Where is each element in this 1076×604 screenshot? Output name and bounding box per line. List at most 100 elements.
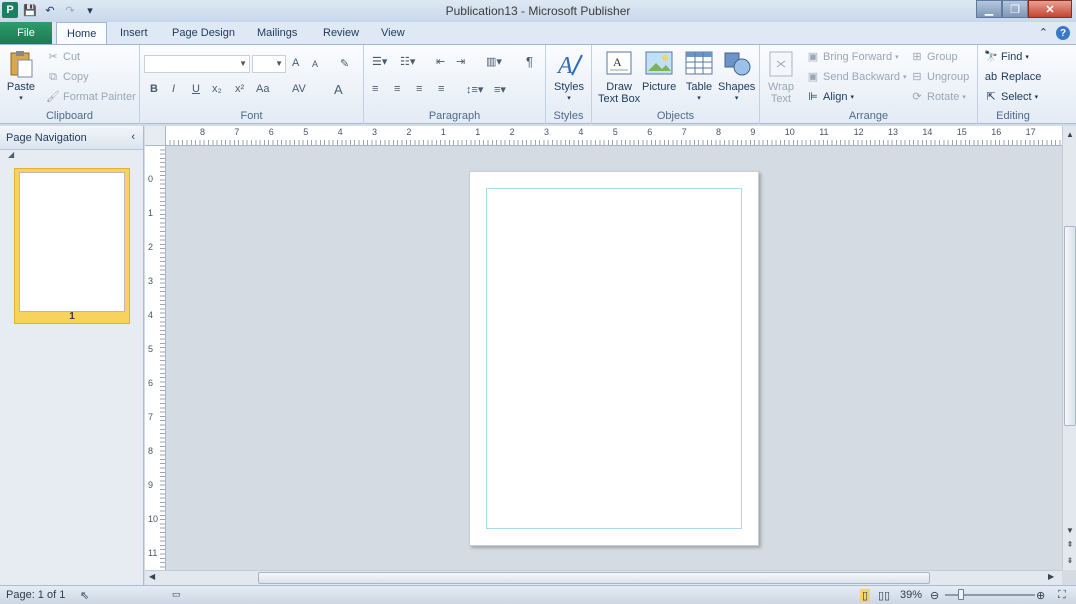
- font-name-combo[interactable]: ▼: [144, 55, 250, 73]
- arrange-group: Wrap Text ▣ Bring Forward ▾ ▣ Send Backward…: [760, 45, 978, 124]
- group-icon: ⊞: [912, 51, 922, 63]
- line-spacing-icon[interactable]: ↕≡▾: [466, 83, 483, 96]
- section-collapse-icon[interactable]: ◢: [0, 150, 143, 164]
- align-button[interactable]: ⊫ Align ▾: [806, 88, 854, 106]
- page-count[interactable]: Page: 1 of 1: [6, 589, 65, 601]
- character-spacing-button[interactable]: AV: [292, 83, 306, 95]
- draw-text-box-button[interactable]: A Draw Text Box: [598, 49, 640, 105]
- wrap-text-button[interactable]: Wrap Text: [766, 49, 796, 105]
- minimize-button[interactable]: ▁: [976, 0, 1002, 18]
- ruler-h-number: 4: [337, 127, 343, 137]
- window-title: Publication13 - Microsoft Publisher: [445, 4, 631, 18]
- align-icon: ⊫: [808, 91, 818, 103]
- collapse-pane-icon[interactable]: ‹: [131, 131, 135, 143]
- cut-button[interactable]: ✂ Cut: [46, 48, 80, 66]
- ruler-h-number: 3: [544, 127, 550, 137]
- shapes-button[interactable]: Shapes ▾: [718, 49, 755, 105]
- picture-button[interactable]: Picture: [642, 49, 676, 93]
- scroll-left-icon[interactable]: ◀: [149, 572, 155, 581]
- tab-home[interactable]: Home: [56, 22, 108, 44]
- scroll-down-icon[interactable]: ▼: [1063, 526, 1076, 535]
- tab-mailings[interactable]: Mailings: [247, 22, 307, 44]
- horizontal-ruler[interactable]: 8 7 6 5 4 3 2 1 1 2 3 4 5 6 7 8 9 10 11 12 13 14 15 16 17: [166, 126, 1062, 146]
- vertical-scroll-thumb[interactable]: [1064, 226, 1076, 426]
- single-page-view-icon[interactable]: ▯: [860, 589, 871, 602]
- tab-insert[interactable]: Insert: [110, 22, 158, 44]
- grow-font-button[interactable]: A: [292, 57, 299, 69]
- ruler-v-number: 4: [148, 310, 154, 320]
- ruler-h-number: 2: [509, 127, 515, 137]
- tab-review[interactable]: Review: [313, 22, 369, 44]
- change-case-button[interactable]: Aa: [256, 83, 269, 95]
- help-icon[interactable]: ?: [1056, 26, 1070, 40]
- decrease-indent-icon[interactable]: ⇤: [436, 55, 445, 68]
- vertical-ruler[interactable]: 0 1 2 3 4 5 6 7 8 9 10 11: [145, 146, 166, 570]
- next-page-icon[interactable]: ⇟: [1063, 556, 1076, 565]
- italic-button[interactable]: I: [172, 83, 175, 95]
- previous-page-icon[interactable]: ⇞: [1063, 540, 1076, 549]
- zoom-level[interactable]: 39%: [900, 589, 922, 601]
- bring-forward-button[interactable]: ▣ Bring Forward ▾: [806, 48, 899, 66]
- cursor-icon: ⇖: [80, 590, 90, 602]
- copy-button[interactable]: ⧉ Copy: [46, 68, 89, 86]
- two-page-spread-icon[interactable]: ▯▯: [878, 589, 890, 602]
- font-color-button[interactable]: A: [334, 82, 343, 97]
- table-icon: [685, 51, 713, 75]
- workspace[interactable]: [166, 146, 1062, 570]
- paste-button[interactable]: Paste ▾: [6, 49, 36, 105]
- window-controls: ▁ ❐ ✕: [976, 0, 1072, 18]
- ruler-v-number: 5: [148, 344, 154, 354]
- find-button[interactable]: 🔭 Find ▾: [984, 48, 1029, 66]
- replace-button[interactable]: ab Replace: [984, 68, 1041, 86]
- vertical-scrollbar[interactable]: ▲ ▼ ⇞ ⇟: [1062, 126, 1076, 570]
- page-thumbnail[interactable]: 1: [14, 168, 130, 324]
- macro-record-icon[interactable]: ▭: [172, 589, 181, 600]
- align-right-icon[interactable]: ≡: [416, 83, 422, 95]
- scroll-right-icon[interactable]: ▶: [1048, 572, 1054, 581]
- close-button[interactable]: ✕: [1028, 0, 1072, 18]
- publication-page[interactable]: [469, 171, 759, 546]
- bold-button[interactable]: B: [150, 83, 158, 95]
- underline-button[interactable]: U: [192, 83, 200, 95]
- horizontal-scroll-thumb[interactable]: [258, 572, 930, 584]
- clear-formatting-icon[interactable]: ✎: [340, 57, 349, 70]
- tab-page-design[interactable]: Page Design: [162, 22, 245, 44]
- numbering-icon[interactable]: ☷▾: [400, 55, 415, 68]
- ruler-h-number: 17: [1025, 127, 1036, 137]
- tab-view[interactable]: View: [371, 22, 415, 44]
- show-special-characters-button[interactable]: ¶: [526, 54, 533, 69]
- paragraph-group: ☰▾ ☷▾ ⇤ ⇥ ▥▾ ¶ ≡ ≡ ≡ ≡ ↕≡▾ ≡▾ Paragraph: [364, 45, 546, 124]
- tab-file[interactable]: File: [0, 22, 52, 44]
- align-left-icon[interactable]: ≡: [372, 83, 378, 95]
- minimize-ribbon-icon[interactable]: ⌃: [1039, 26, 1048, 40]
- group-button[interactable]: ⊞ Group: [910, 48, 957, 66]
- increase-indent-icon[interactable]: ⇥: [456, 55, 465, 68]
- format-painter-button[interactable]: 🖌 Format Painter: [46, 88, 136, 106]
- superscript-button[interactable]: x²: [235, 83, 244, 95]
- zoom-slider-knob[interactable]: [958, 589, 964, 600]
- fit-page-icon[interactable]: ⛶: [1058, 589, 1066, 602]
- horizontal-scrollbar[interactable]: ◀ ▶: [145, 570, 1062, 585]
- columns-icon[interactable]: ▥▾: [486, 55, 502, 68]
- select-button[interactable]: ⇱ Select ▾: [984, 88, 1038, 106]
- bullets-icon[interactable]: ☰▾: [372, 55, 387, 68]
- paragraph-spacing-icon[interactable]: ≡▾: [494, 83, 506, 96]
- text-box-icon: A: [606, 51, 632, 75]
- justify-icon[interactable]: ≡: [438, 83, 444, 95]
- zoom-in-icon[interactable]: ⊕: [1036, 589, 1045, 602]
- paste-icon: [10, 51, 33, 78]
- table-button[interactable]: Table ▾: [684, 49, 714, 105]
- ungroup-button[interactable]: ⊟ Ungroup: [910, 68, 969, 86]
- scroll-up-icon[interactable]: ▲: [1063, 130, 1076, 139]
- styles-label: Styles: [554, 81, 584, 93]
- zoom-out-icon[interactable]: ⊖: [930, 589, 939, 602]
- send-backward-button[interactable]: ▣ Send Backward ▾: [806, 68, 907, 86]
- maximize-button[interactable]: ❐: [1002, 0, 1028, 18]
- wrap-text-icon: [769, 51, 793, 77]
- align-center-icon[interactable]: ≡: [394, 83, 400, 95]
- rotate-button[interactable]: ⟳ Rotate ▾: [910, 88, 966, 106]
- shrink-font-button[interactable]: A: [312, 59, 318, 69]
- font-size-combo[interactable]: ▼: [252, 55, 286, 73]
- subscript-button[interactable]: x₂: [212, 83, 222, 95]
- styles-button[interactable]: A Styles ▾: [554, 49, 584, 105]
